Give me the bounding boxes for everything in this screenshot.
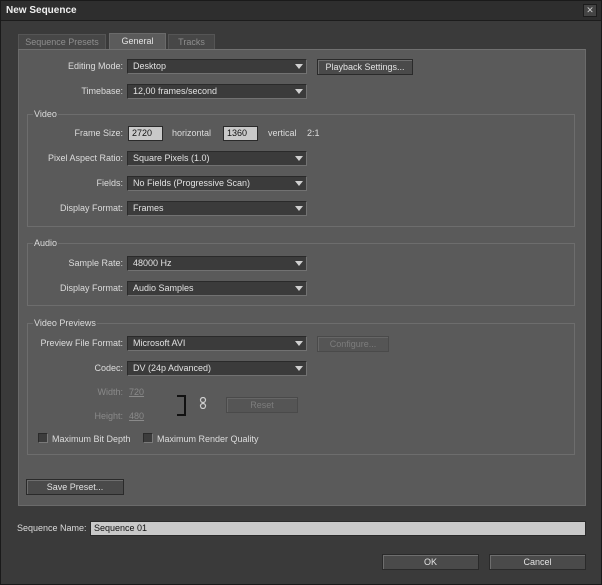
codec-label: Codec:: [94, 363, 123, 373]
timebase-select[interactable]: 12,00 frames/second: [127, 84, 307, 99]
video-display-format-label: Display Format:: [59, 203, 123, 213]
dialog-title: New Sequence: [6, 5, 77, 16]
audio-group-title: Audio: [33, 238, 59, 248]
fields-select[interactable]: No Fields (Progressive Scan): [127, 176, 307, 191]
sample-rate-value: 48000 Hz: [133, 258, 172, 268]
chevron-down-icon: [295, 366, 303, 371]
timebase-label: Timebase:: [81, 86, 123, 96]
max-bit-depth-label: Maximum Bit Depth: [52, 434, 131, 444]
audio-display-format-label: Display Format:: [59, 283, 123, 293]
close-icon: ✕: [586, 5, 594, 15]
fields-value: No Fields (Progressive Scan): [133, 178, 251, 188]
max-render-quality-checkbox[interactable]: [143, 433, 153, 443]
editing-mode-label: Editing Mode:: [67, 61, 123, 71]
chevron-down-icon: [295, 156, 303, 161]
chevron-down-icon: [295, 64, 303, 69]
configure-button[interactable]: Configure...: [317, 336, 389, 352]
pixel-aspect-select[interactable]: Square Pixels (1.0): [127, 151, 307, 166]
save-preset-button[interactable]: Save Preset...: [26, 479, 124, 495]
video-group-title: Video: [33, 109, 58, 119]
chevron-down-icon: [295, 206, 303, 211]
new-sequence-dialog: New Sequence ✕ Sequence Presets General …: [0, 0, 602, 585]
frame-width-input[interactable]: 2720: [128, 126, 163, 141]
max-render-quality-label: Maximum Render Quality: [157, 434, 259, 444]
audio-display-format-select[interactable]: Audio Samples: [127, 281, 307, 296]
chevron-down-icon: [295, 181, 303, 186]
aspect-bracket: [177, 395, 186, 416]
preview-width-value[interactable]: 720: [129, 387, 144, 397]
height-label: Height:: [94, 411, 123, 421]
chevron-down-icon: [295, 341, 303, 346]
preview-height-value[interactable]: 480: [129, 411, 144, 421]
frame-ratio-label: 2:1: [307, 128, 320, 138]
title-bar: New Sequence ✕: [1, 1, 601, 21]
width-label: Width:: [97, 387, 123, 397]
editing-mode-value: Desktop: [133, 61, 167, 71]
chevron-down-icon: [295, 89, 303, 94]
close-button[interactable]: ✕: [583, 4, 597, 17]
chevron-down-icon: [295, 261, 303, 266]
tab-sequence-presets[interactable]: Sequence Presets: [18, 34, 106, 50]
preview-file-format-label: Preview File Format:: [40, 338, 123, 348]
frame-height-input[interactable]: 1360: [223, 126, 258, 141]
sequence-name-label: Sequence Name:: [17, 523, 87, 533]
pixel-aspect-label: Pixel Aspect Ratio:: [47, 153, 123, 163]
fields-label: Fields:: [96, 178, 123, 188]
video-previews-group-title: Video Previews: [33, 318, 97, 328]
video-display-format-select[interactable]: Frames: [127, 201, 307, 216]
preview-file-format-select[interactable]: Microsoft AVI: [127, 336, 307, 351]
vertical-label: vertical: [268, 128, 297, 138]
editing-mode-select[interactable]: Desktop: [127, 59, 307, 74]
cancel-button[interactable]: Cancel: [489, 554, 586, 570]
video-display-format-value: Frames: [133, 203, 164, 213]
audio-display-format-value: Audio Samples: [133, 283, 194, 293]
codec-value: DV (24p Advanced): [133, 363, 212, 373]
frame-size-label: Frame Size:: [74, 128, 123, 138]
sample-rate-label: Sample Rate:: [68, 258, 123, 268]
preview-file-format-value: Microsoft AVI: [133, 338, 186, 348]
audio-group: [27, 243, 575, 306]
link-icon[interactable]: [199, 397, 207, 409]
playback-settings-button[interactable]: Playback Settings...: [317, 59, 413, 75]
timebase-value: 12,00 frames/second: [133, 86, 218, 96]
horizontal-label: horizontal: [172, 128, 212, 138]
sample-rate-select[interactable]: 48000 Hz: [127, 256, 307, 271]
chevron-down-icon: [295, 286, 303, 291]
pixel-aspect-value: Square Pixels (1.0): [133, 153, 210, 163]
ok-button[interactable]: OK: [382, 554, 479, 570]
sequence-name-input[interactable]: Sequence 01: [90, 521, 586, 536]
max-bit-depth-checkbox[interactable]: [38, 433, 48, 443]
tab-tracks[interactable]: Tracks: [168, 34, 215, 50]
tab-general[interactable]: General: [109, 33, 166, 50]
codec-select[interactable]: DV (24p Advanced): [127, 361, 307, 376]
reset-button[interactable]: Reset: [226, 397, 298, 413]
